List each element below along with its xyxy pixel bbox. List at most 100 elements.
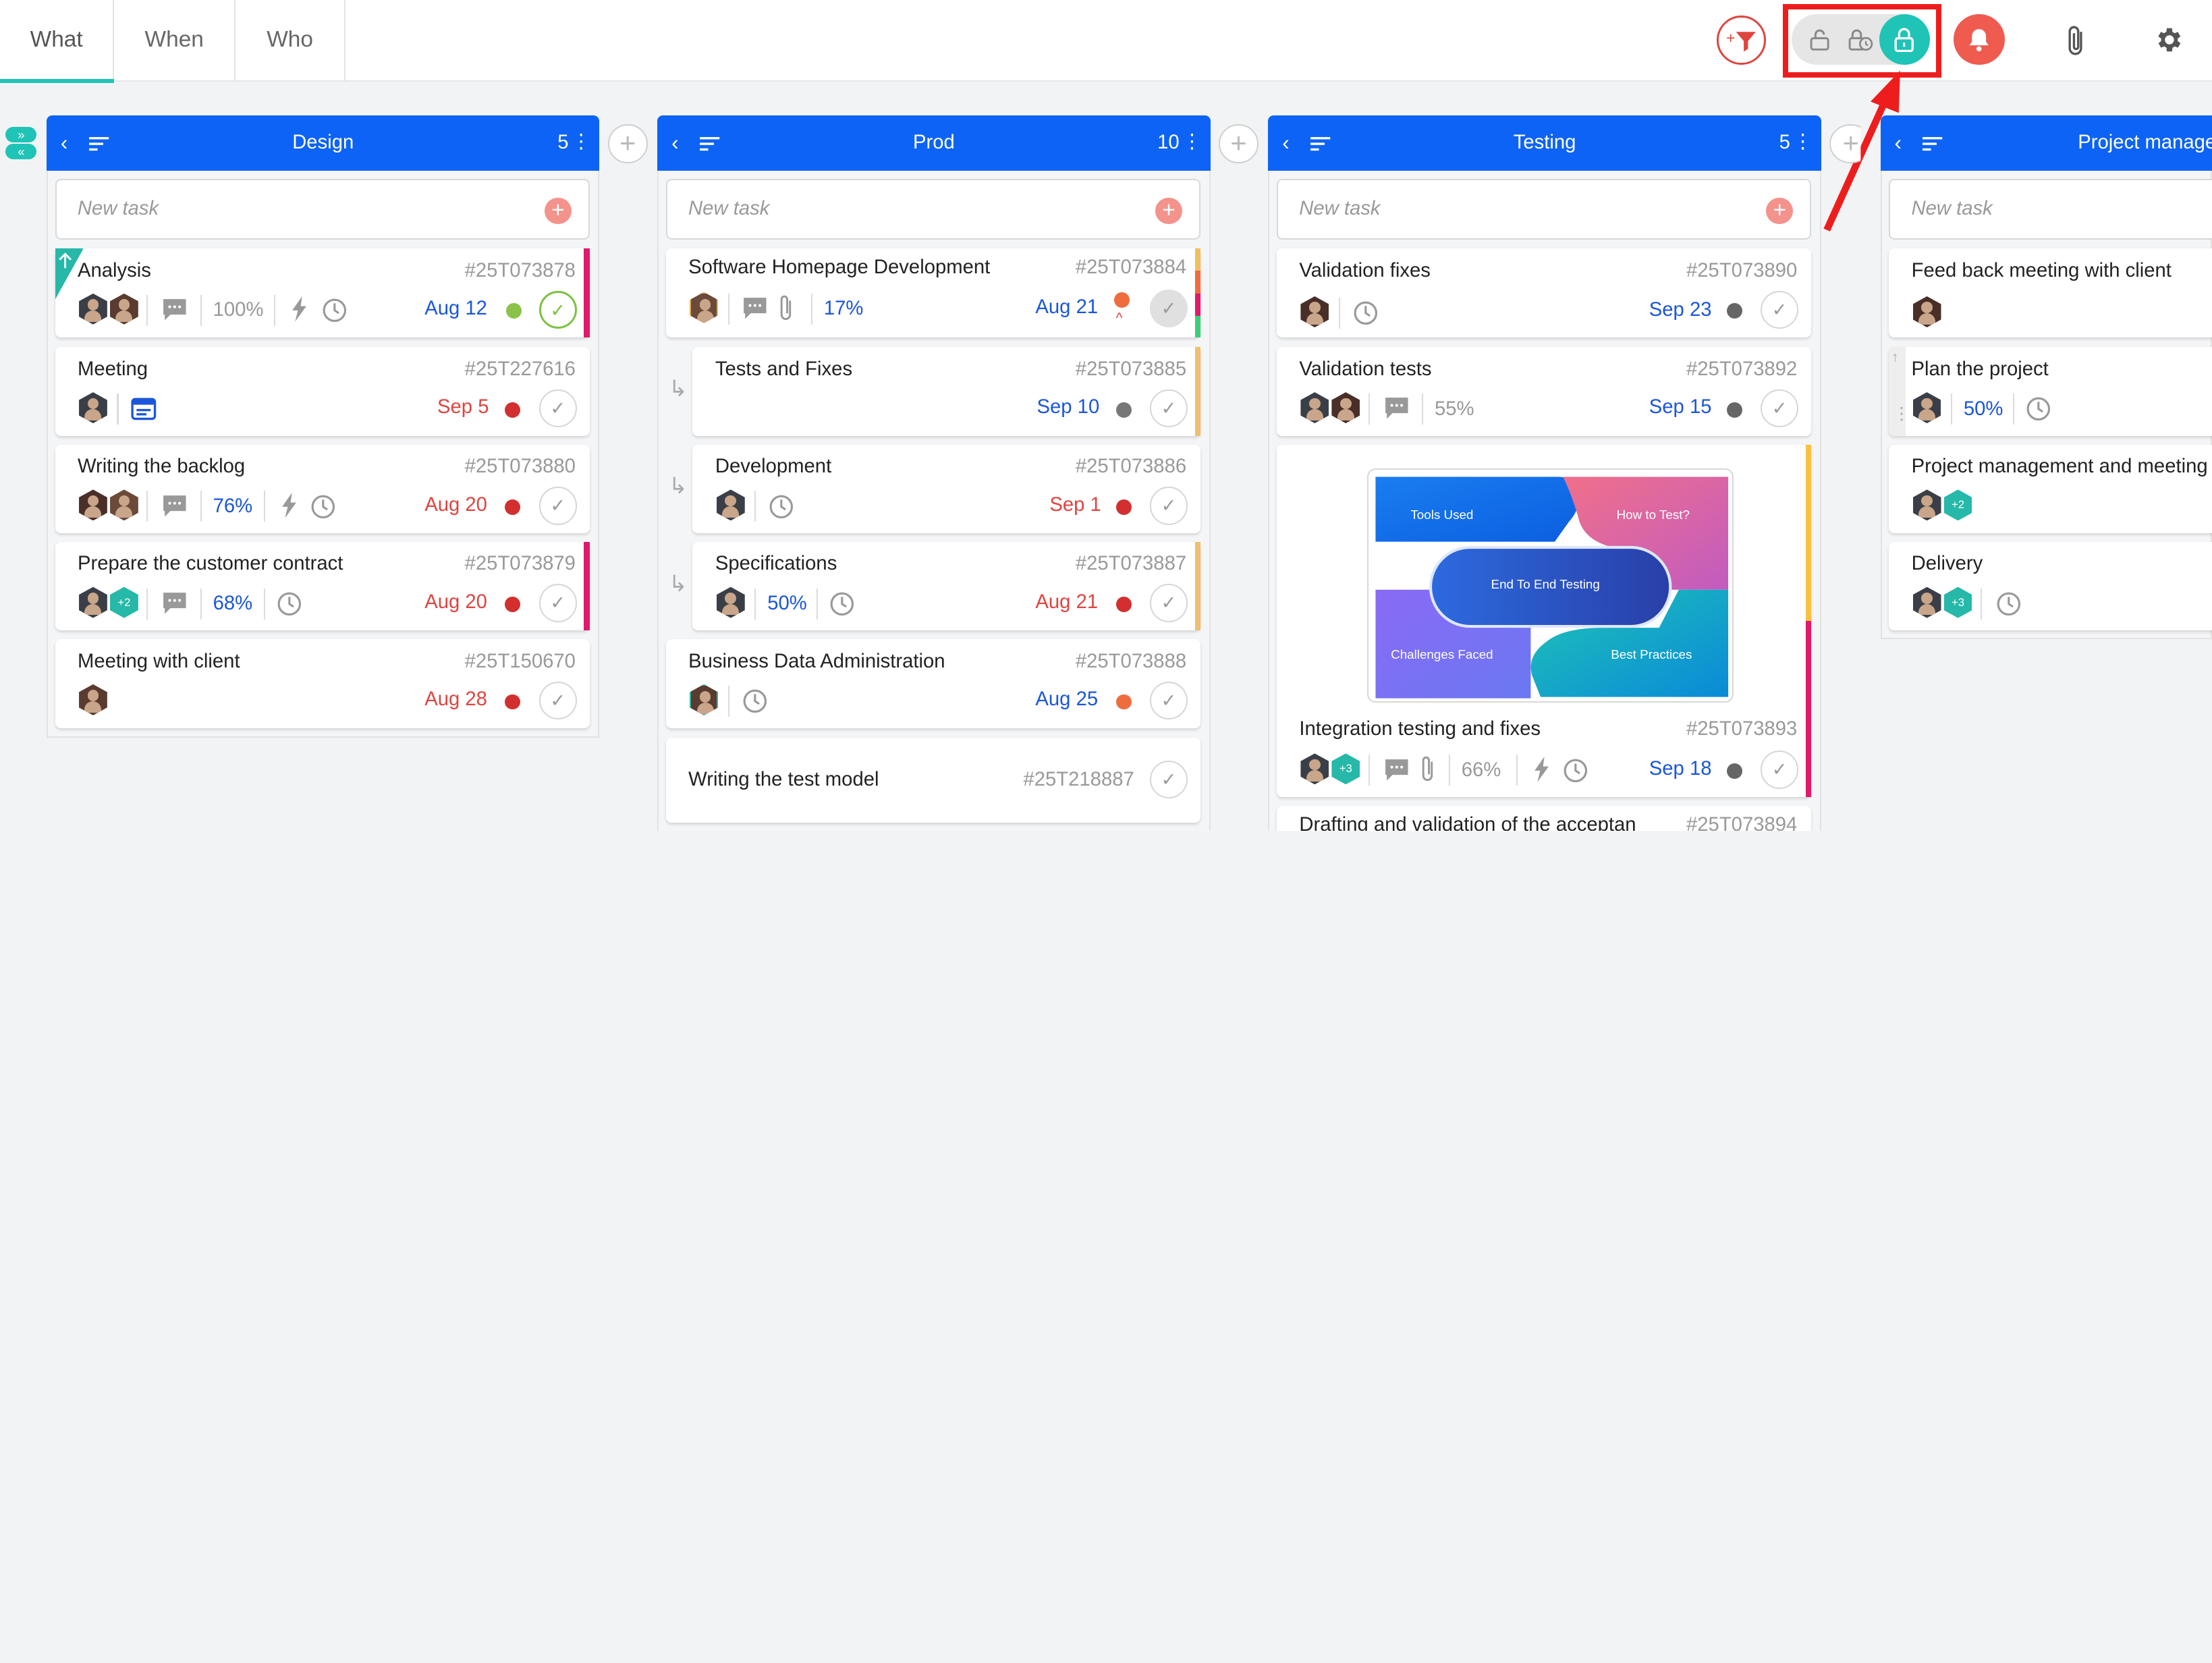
clock-icon[interactable] (310, 494, 336, 520)
task-title: Tests and Fixes (715, 358, 853, 380)
complete-task-button[interactable]: ✓ (1149, 584, 1188, 622)
chevron-left-icon[interactable]: ‹ (1895, 131, 1902, 155)
clock-icon[interactable] (1563, 758, 1588, 784)
task-card[interactable]: Analysis #25T073878 100% Aug 12 ✓ (55, 248, 590, 337)
avatar (1300, 753, 1329, 785)
task-title: Drafting and validation of the acceptan (1299, 814, 1636, 832)
more-assignees-badge[interactable]: +3 (1331, 753, 1360, 785)
avatar (79, 293, 107, 325)
comment-icon[interactable] (162, 591, 188, 616)
complete-task-button[interactable]: ✓ (1760, 751, 1799, 789)
complete-task-button[interactable]: ✓ (1149, 760, 1188, 799)
comment-icon[interactable] (1384, 758, 1410, 782)
complete-task-button[interactable]: ✓ (538, 389, 577, 428)
complete-task-button[interactable]: ✓ (1760, 290, 1799, 329)
task-card[interactable]: Validation tests #25T073892 55% Sep 15 ✓ (1276, 347, 1812, 436)
sort-icon[interactable] (1923, 136, 1945, 153)
task-title: Development (715, 456, 832, 478)
subtask-arrow-icon: ↳ (668, 474, 688, 499)
clock-icon[interactable] (769, 494, 794, 520)
more-assignees-badge[interactable]: +2 (110, 587, 138, 618)
clock-icon[interactable] (277, 591, 302, 617)
clock-icon[interactable] (1353, 300, 1379, 326)
new-task-input[interactable]: New task + (1276, 179, 1812, 240)
drag-up-icon[interactable]: ↑ (1891, 350, 1898, 366)
complete-task-button[interactable]: ✓ (538, 584, 577, 622)
task-card[interactable]: Meeting with client #25T150670 Aug 28 ✓ (55, 638, 590, 728)
column-header-prod[interactable]: ‹ Prod 10 ⋮ (657, 115, 1211, 171)
complete-task-button[interactable]: ✓ (1149, 389, 1188, 428)
add-task-button[interactable]: + (1766, 197, 1794, 225)
new-task-input[interactable]: New task + (55, 179, 590, 240)
complete-task-button[interactable]: ✓ (1149, 487, 1188, 525)
task-card[interactable]: Validation fixes #25T073890 Sep 23 ✓ (1276, 248, 1812, 337)
complete-task-button[interactable]: ✓ (1149, 681, 1188, 720)
complete-task-button[interactable]: ✓ (1760, 389, 1799, 428)
add-task-button[interactable]: + (545, 197, 572, 225)
column-menu-icon[interactable]: ⋮ (1793, 131, 1813, 153)
complete-task-button[interactable]: ✓ (538, 487, 577, 525)
add-column-button[interactable]: + (1219, 124, 1259, 164)
clock-icon[interactable] (322, 298, 348, 323)
task-progress: 66% (1461, 759, 1501, 781)
more-assignees-badge[interactable]: +3 (1943, 587, 1972, 618)
task-card[interactable]: Delivery +3 (1889, 541, 2212, 631)
due-date: Sep 15 (1649, 396, 1712, 418)
complete-task-button[interactable]: ✓ (1149, 289, 1188, 327)
add-task-button[interactable]: + (1155, 197, 1182, 225)
task-progress: 55% (1435, 398, 1474, 420)
due-date: Aug 20 (424, 493, 487, 516)
complete-task-button[interactable]: ✓ (538, 681, 577, 720)
column-menu-icon[interactable]: ⋮ (1182, 131, 1202, 153)
clock-icon[interactable] (742, 688, 768, 714)
drag-handle-icon[interactable]: ⋮ (1893, 404, 1910, 424)
task-title: Delivery (1911, 553, 1983, 575)
comment-icon[interactable] (742, 296, 768, 321)
paperclip-icon[interactable] (779, 294, 796, 325)
column-header-testing[interactable]: ‹ Testing 5 ⋮ (1268, 115, 1821, 171)
avatar (690, 684, 719, 715)
task-title: Writing the test model (688, 769, 879, 791)
calendar-event-icon[interactable] (131, 395, 157, 420)
expand-columns-button[interactable]: » (5, 127, 37, 143)
avatar (716, 587, 745, 618)
comment-icon[interactable] (162, 298, 188, 322)
column-header-project-management[interactable]: ‹ Project manage (1880, 115, 2212, 171)
task-card[interactable]: Feed back meeting with client (1889, 248, 2212, 337)
task-card[interactable]: Prepare the customer contract #25T073879… (55, 541, 590, 631)
column-menu-icon[interactable]: ⋮ (572, 131, 591, 153)
column-header-design[interactable]: ‹ Design 5 ⋮ (46, 115, 600, 171)
image-label: Challenges Faced (1391, 647, 1493, 662)
comment-icon[interactable] (162, 494, 188, 518)
more-assignees-badge[interactable]: +2 (1943, 489, 1972, 521)
avatar (716, 489, 745, 521)
collapse-columns-button[interactable]: « (5, 144, 37, 160)
new-task-input[interactable]: New task (1889, 179, 2212, 240)
task-card[interactable]: Drafting and validation of the acceptan … (1276, 805, 1812, 832)
task-card[interactable]: ↑ ⋮ Plan the project 50% (1889, 347, 2212, 436)
comment-icon[interactable] (1384, 396, 1410, 420)
task-card[interactable]: Software Homepage Development #25T073884… (665, 248, 1200, 337)
clock-icon[interactable] (829, 591, 855, 617)
clock-icon[interactable] (1996, 591, 2022, 617)
avatar (1300, 296, 1329, 327)
subtask-card[interactable]: Development #25T073886 Sep 1 ✓ (692, 444, 1200, 534)
task-title: Business Data Administration (688, 650, 945, 672)
complete-task-button[interactable]: ✓ (538, 290, 577, 329)
task-card[interactable]: Writing the backlog #25T073880 76% Aug 2… (55, 444, 590, 534)
due-date: Aug 12 (424, 298, 487, 320)
subtask-card[interactable]: Specifications #25T073887 50% Aug 21 ✓ (692, 541, 1200, 631)
new-task-input[interactable]: New task + (665, 179, 1200, 240)
paperclip-icon[interactable] (1420, 755, 1437, 786)
add-column-button[interactable]: + (608, 124, 648, 164)
clock-icon[interactable] (2026, 396, 2051, 422)
avatar (1912, 489, 1941, 521)
task-card[interactable]: Writing the test model #25T218887 ✓ (665, 738, 1200, 823)
subtask-card[interactable]: Tests and Fixes #25T073885 Sep 10 ✓ (692, 347, 1200, 436)
task-card[interactable]: Business Data Administration #25T073888 … (665, 638, 1200, 728)
status-dot (505, 597, 521, 613)
task-cover-image[interactable]: Tools Used How to Test? End To End Testi… (1366, 468, 1734, 703)
due-date: Sep 18 (1649, 757, 1712, 780)
task-card[interactable]: Project management and meeting +2 (1889, 444, 2212, 534)
task-card[interactable]: Meeting #25T227616 Sep 5 ✓ (55, 347, 590, 436)
